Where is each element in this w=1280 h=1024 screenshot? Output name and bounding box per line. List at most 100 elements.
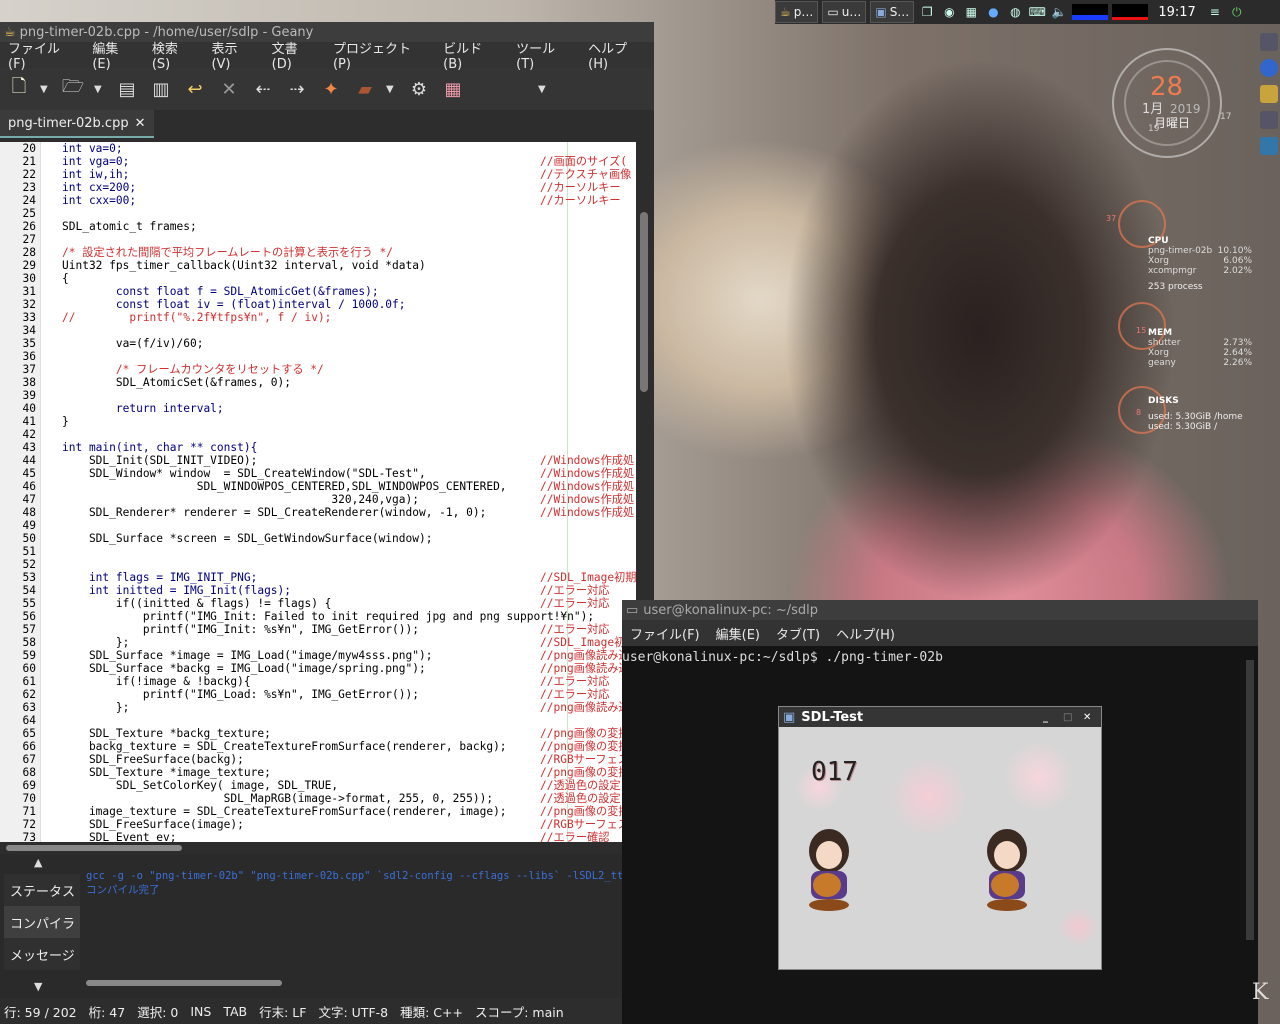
memory-meter [1112, 4, 1149, 20]
tab-status[interactable]: ステータス [4, 874, 80, 906]
chevron-up-icon[interactable]: ▲ [34, 856, 42, 869]
close-icon[interactable]: ✕ [216, 76, 242, 102]
chevron-down-icon[interactable]: ▼ [94, 84, 106, 95]
code-line: 51 [23, 545, 636, 558]
code-line: 22 int iw,ih; //テクスチャ画像 [23, 168, 636, 181]
chevron-down-icon[interactable]: ▼ [538, 84, 550, 95]
editor-horizontal-scrollbar[interactable] [0, 842, 654, 854]
menu-view[interactable]: 表示(V) [203, 38, 263, 72]
menu-tabs[interactable]: タブ(T) [768, 624, 828, 643]
panel-clock[interactable]: 19:17 [1152, 5, 1201, 20]
menu-help[interactable]: ヘルプ(H) [828, 624, 903, 643]
menu-tools[interactable]: ツール(T) [508, 38, 580, 72]
teapot-icon[interactable] [1260, 85, 1278, 103]
taskbar-item-terminal[interactable]: ▭ u… [822, 1, 867, 23]
code-editor[interactable]: 20 int va=0; 21 int vga=0; //画面のサイズ(22 int iw… [0, 142, 636, 842]
sdl-render-canvas[interactable]: 017 [779, 727, 1101, 969]
logout-icon[interactable]: ⏻ [1228, 3, 1246, 21]
globe-icon[interactable]: ● [984, 3, 1002, 21]
screenshot-icon[interactable]: ▦ [962, 3, 980, 21]
windows-icon[interactable]: ❐ [918, 3, 936, 21]
code-comment: //png画像読み込 [540, 662, 630, 675]
new-file-icon[interactable]: 🗋 [6, 76, 32, 102]
compile-icon[interactable]: ✦ [318, 76, 344, 102]
menu-project[interactable]: プロジェクト(P) [325, 38, 435, 72]
menu-icon[interactable]: ≡ [1206, 3, 1224, 21]
settings-icon[interactable] [1260, 137, 1278, 155]
revert-icon[interactable]: ↩ [182, 76, 208, 102]
terminal-scrollbar[interactable] [1246, 660, 1254, 940]
menu-help[interactable]: ヘルプ(H) [580, 38, 654, 72]
scrollbar-thumb[interactable] [86, 980, 282, 986]
line-number: 73 [22, 831, 36, 842]
maximize-icon[interactable]: □ [1063, 712, 1073, 723]
back-icon[interactable]: ⇠ [250, 76, 276, 102]
line-number: 38 [22, 376, 36, 389]
close-icon[interactable]: ✕ [135, 116, 146, 131]
code-line: 69 SDL_SetColorKey( image, SDL_TRUE, //透過… [23, 779, 636, 792]
chevron-down-icon[interactable]: ▼ [386, 84, 398, 95]
close-icon[interactable]: ✕ [1083, 712, 1093, 723]
menu-document[interactable]: 文書(D) [264, 38, 325, 72]
code-comment: //Windows作成処 [540, 493, 635, 506]
code-comment: //透過色の設定 [540, 779, 621, 792]
code-comment: //エラー対応 [540, 597, 610, 610]
conky-mem-section: MEM shutter 2.73% Xorg 2.64% geany 2.26% [1148, 328, 1252, 368]
status-filetype: 種類: C++ [400, 1004, 463, 1020]
terminal-icon: ▭ [626, 602, 639, 618]
tab-messages[interactable]: メッセージ [4, 938, 80, 970]
build-icon[interactable]: ▰ [352, 76, 378, 102]
chevron-down-icon[interactable]: ▼ [34, 980, 42, 993]
code-text: SDL_FreeSurface(image); [62, 818, 244, 831]
sdl-titlebar[interactable]: ▣ SDL-Test _ □ ✕ [779, 707, 1101, 727]
menu-edit[interactable]: 編集(E) [84, 38, 144, 72]
menu-search[interactable]: 検索(S) [144, 38, 204, 72]
line-number: 47 [22, 493, 36, 506]
code-line: 38 SDL_AtomicSet(&frames, 0); [23, 376, 636, 389]
status-scope: スコープ: main [474, 1004, 564, 1020]
compass-icon[interactable]: ◉ [940, 3, 958, 21]
code-comment: //png画像読み込 [540, 701, 630, 714]
line-number: 69 [22, 779, 36, 792]
terminal-titlebar[interactable]: ▭ user@konalinux-pc: ~/sdlp [622, 600, 1258, 620]
code-line: 65 SDL_Texture *backg_texture; //png画像の変換 [23, 727, 636, 740]
window-icon: ▣ [875, 5, 887, 19]
open-folder-icon[interactable]: 🗁 [60, 76, 86, 102]
fold-margin[interactable] [40, 142, 61, 842]
menu-edit[interactable]: 編集(E) [708, 624, 768, 643]
network-icon[interactable]: ◍ [1006, 3, 1024, 21]
tab-png-timer-02b[interactable]: png-timer-02b.cpp ✕ [0, 110, 154, 138]
scrollbar-thumb[interactable] [6, 845, 182, 851]
save-icon[interactable]: ▤ [114, 76, 140, 102]
menu-file[interactable]: ファイル(F) [622, 624, 708, 643]
color-picker-icon[interactable]: ▦ [440, 76, 466, 102]
code-text: int initted = IMG_Init(flags); [62, 584, 292, 597]
menu-file[interactable]: ファイル(F) [0, 38, 84, 72]
code-line: 73 SDL_Event ev; //エラー確認 [23, 831, 636, 842]
tab-compiler[interactable]: コンパイラ [4, 906, 80, 938]
taskbar-item-sdl[interactable]: ▣ S… [870, 1, 915, 23]
code-text: SDL_MapRGB(image->format, 255, 0, 255)); [62, 792, 494, 805]
code-text: 320,240,vga); [62, 493, 419, 506]
fps-counter: 017 [811, 757, 858, 787]
compiler-result: コンパイル完了 [86, 884, 160, 896]
code-text: SDL_FreeSurface(backg); [62, 753, 244, 766]
code-text: if(!image & !backg){ [62, 675, 251, 688]
code-line: 47 320,240,vga); //Windows作成処 [23, 493, 636, 506]
browser-icon[interactable] [1260, 59, 1278, 77]
volume-icon[interactable]: 🔈 [1050, 3, 1068, 21]
scrollbar-thumb[interactable] [640, 212, 648, 392]
forward-icon[interactable]: ⇢ [284, 76, 310, 102]
chevron-down-icon[interactable]: ▼ [40, 84, 52, 95]
keyboard-icon[interactable]: ⌨ [1028, 3, 1046, 21]
line-number: 66 [22, 740, 36, 753]
execute-icon[interactable]: ⚙ [406, 76, 432, 102]
monitor-icon[interactable] [1260, 111, 1278, 129]
status-mode: INS [190, 1003, 212, 1019]
save-all-icon[interactable]: ▥ [148, 76, 174, 102]
code-comment: //透過色の設定 [540, 792, 621, 805]
taskbar-item-geany[interactable]: ☕ p… [775, 1, 819, 23]
minimize-icon[interactable]: _ [1043, 712, 1053, 723]
file-manager-icon[interactable] [1260, 33, 1278, 51]
menu-build[interactable]: ビルド(B) [435, 38, 508, 72]
